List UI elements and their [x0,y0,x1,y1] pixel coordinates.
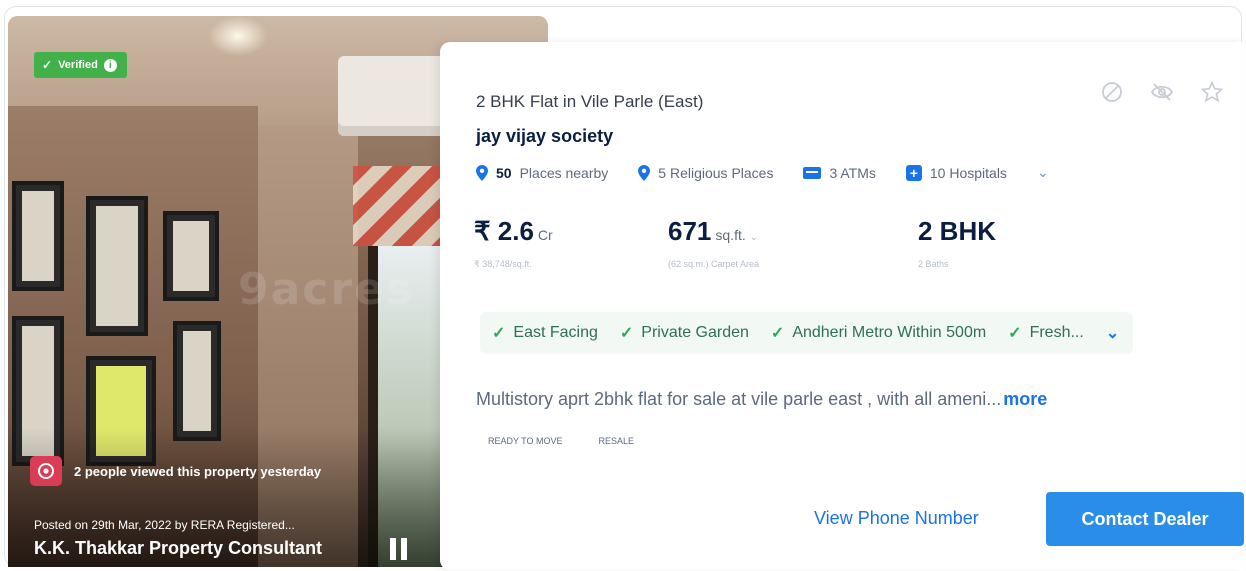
photo-watermark: 9acres [238,264,415,315]
pause-icon[interactable] [390,538,410,560]
star-icon[interactable] [1200,80,1224,104]
chevron-down-icon[interactable]: ⌄ [1037,164,1049,181]
baths-count: 2 Baths [918,259,949,269]
area-value: 671 [668,216,712,246]
check-icon: ✓ [42,58,53,72]
info-icon[interactable]: i [103,58,117,72]
atm-icon [803,166,822,179]
hospital-icon: + [905,164,922,181]
chip-ready-to-move: READY TO MOVE [488,436,563,446]
bhk-value: 2 BHK [918,216,997,246]
check-icon: ✓ [770,325,785,342]
description-text: Multistory aprt 2bhk flat for sale at vi… [476,389,1002,409]
posted-info: Posted on 29th Mar, 2022 by RERA Registe… [34,518,295,532]
hide-icon[interactable] [1150,80,1174,104]
pin-icon [638,164,651,181]
contact-dealer-button[interactable]: Contact Dealer [1046,492,1244,546]
dealer-name[interactable]: K.K. Thakkar Property Consultant [34,538,322,559]
price-block: ₹ 2.6 Cr ₹ 38,748/sq.ft. [474,216,553,270]
status-chips: READY TO MOVE RESALE [488,436,634,446]
tag-item: ✓ Private Garden [619,324,749,342]
chip-resale: RESALE [598,436,635,446]
area-block: 671 sq.ft. ⌄ (62 sq.m.) Carpet Area [668,216,759,269]
nearby-amenities: 50 Places nearby 5 Religious Places 3 AT… [476,164,1049,181]
verified-badge: ✓ Verified i [34,52,127,78]
tag-item: ✓ Andheri Metro Within 500m [770,324,987,342]
amenity-atms[interactable]: 3 ATMs [803,164,876,181]
amenity-label: 3 ATMs [829,164,876,181]
listing-description: Multistory aprt 2bhk flat for sale at vi… [476,389,1047,410]
check-icon: ✓ [492,325,506,342]
bhk-block: 2 BHK 2 Baths [918,216,996,269]
check-icon: ✓ [1008,325,1022,342]
amenity-label: Places nearby [519,164,609,181]
pin-icon [476,164,488,181]
carpet-area: (62 sq.m.) Carpet Area [668,259,760,269]
more-link[interactable]: more [1003,389,1047,409]
society-name[interactable]: jay vijay society [476,126,613,147]
amenity-religious-places[interactable]: 5 Religious Places [638,164,774,181]
amenity-label: 10 Hospitals [929,164,1007,181]
price-per-sqft: ₹ 38,748/sq.ft. [474,259,532,269]
chevron-down-icon: ⌄ [749,232,759,243]
highlight-tags: ✓ East Facing ✓ Private Garden ✓ Andheri Me… [480,312,1134,354]
listing-title[interactable]: 2 BHK Flat in Vile Parle (East) [476,92,703,112]
places-count: 50 [496,164,512,181]
amenity-label: 5 Religious Places [658,164,774,181]
view-phone-link[interactable]: View Phone Number [814,508,979,529]
tag-item: ✓ Fresh... [1008,324,1084,342]
price-value: ₹ 2.6 [474,216,534,246]
chevron-down-icon[interactable]: ⌄ [1106,323,1119,343]
listing-actions [1100,80,1224,104]
views-text: 2 people viewed this property yesterday [74,463,322,479]
area-unit-select[interactable]: sq.ft. ⌄ [715,227,758,243]
amenity-places-nearby[interactable]: 50 Places nearby [476,164,609,181]
views-notice: 2 people viewed this property yesterday [30,456,321,486]
amenity-hospitals[interactable]: + 10 Hospitals [905,164,1007,181]
listing-details: 2 BHK Flat in Vile Parle (East) jay vija… [440,42,1244,570]
check-icon: ✓ [619,325,634,342]
eye-icon [30,456,62,486]
verified-label: Verified [58,59,98,71]
block-icon[interactable] [1100,80,1124,104]
tag-item: ✓ East Facing [492,324,598,342]
price-unit: Cr [537,227,553,243]
